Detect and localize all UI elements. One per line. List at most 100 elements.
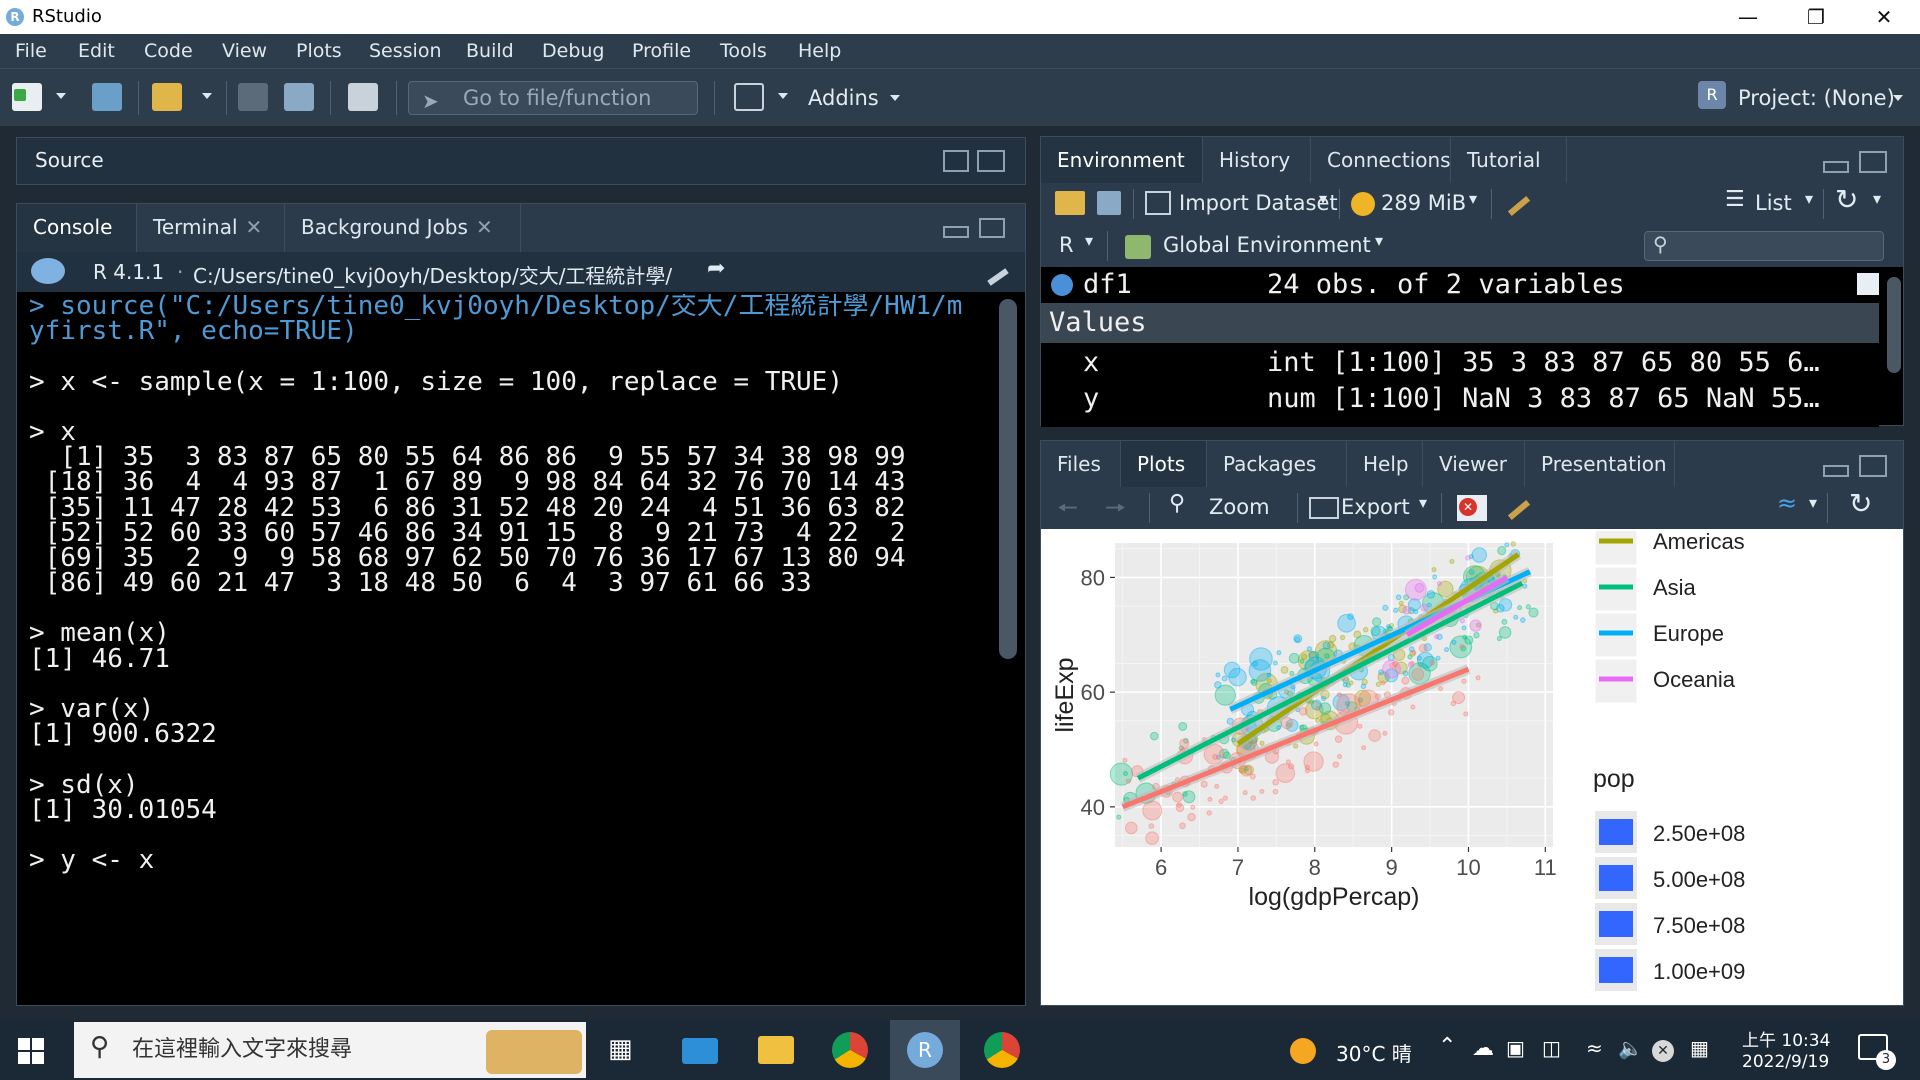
no-network-icon[interactable]: ✕ <box>1652 1040 1674 1062</box>
input-method-icon[interactable]: ▦ <box>1690 1036 1709 1060</box>
close-icon[interactable]: ✕ <box>476 215 493 239</box>
chevron-down-icon[interactable]: ▾ <box>1419 493 1427 512</box>
minimize-pane-icon[interactable] <box>1823 465 1849 477</box>
chevron-down-icon[interactable]: ▾ <box>1873 189 1881 208</box>
chevron-down-icon[interactable]: ▾ <box>1319 189 1327 208</box>
chevron-down-icon[interactable]: ▾ <box>1809 493 1817 512</box>
menu-file[interactable]: File <box>15 40 47 62</box>
close-icon[interactable]: ✕ <box>246 215 263 239</box>
remove-plot-icon[interactable]: ✕ <box>1457 495 1487 521</box>
tab-terminal[interactable]: Terminal ✕ <box>137 204 285 252</box>
minimize-pane-icon[interactable] <box>943 226 969 238</box>
print-icon[interactable] <box>348 83 378 111</box>
save-all-icon[interactable] <box>284 83 314 111</box>
menu-debug[interactable]: Debug <box>542 40 604 62</box>
clear-environment-icon[interactable] <box>1503 191 1533 217</box>
refresh-icon[interactable]: ↻ <box>1849 487 1872 520</box>
chevron-down-icon[interactable] <box>890 95 900 101</box>
tab-environment[interactable]: Environment <box>1041 137 1203 183</box>
mail-app-icon[interactable] <box>682 1038 718 1064</box>
clock-time[interactable]: 上午 10:34 <box>1742 1026 1830 1051</box>
weather-text[interactable]: 30°C 晴 <box>1336 1038 1412 1067</box>
menu-tools[interactable]: Tools <box>720 40 767 62</box>
chrome-app-icon[interactable] <box>984 1032 1020 1068</box>
grid-layout-icon[interactable] <box>734 83 764 111</box>
expand-icon[interactable] <box>1051 274 1073 296</box>
tab-tutorial[interactable]: Tutorial <box>1451 137 1567 183</box>
value-row-x[interactable]: x int [1:100] 35 3 83 87 65 80 55 6… <box>1041 345 1879 381</box>
tab-background-jobs[interactable]: Background Jobs ✕ <box>285 204 521 252</box>
scope-select[interactable]: Global Environment <box>1163 233 1371 257</box>
file-explorer-icon[interactable] <box>758 1036 794 1064</box>
wifi-icon[interactable]: ≈ <box>1586 1036 1603 1060</box>
chevron-down-icon[interactable] <box>202 93 212 99</box>
save-workspace-icon[interactable] <box>1097 191 1121 215</box>
cloud-icon[interactable]: ☁ <box>1472 1036 1494 1061</box>
menu-view[interactable]: View <box>222 40 267 62</box>
project-menu[interactable]: Project: (None) <box>1738 86 1895 110</box>
tray-chevron-up-icon[interactable]: ⌃ <box>1438 1034 1456 1059</box>
environment-search-input[interactable]: ⚲ <box>1644 231 1884 261</box>
memory-usage[interactable]: 289 MiB <box>1381 191 1466 215</box>
refresh-icon[interactable]: ↻ <box>1835 183 1858 216</box>
language-select[interactable]: R <box>1059 233 1074 257</box>
close-button[interactable]: ✕ <box>1850 0 1918 34</box>
clock-date[interactable]: 2022/9/19 <box>1742 1052 1829 1072</box>
volume-icon[interactable]: 🔈 <box>1618 1036 1643 1060</box>
menu-session[interactable]: Session <box>369 40 442 62</box>
menu-edit[interactable]: Edit <box>78 40 115 62</box>
tray-app-icon[interactable]: ▣ <box>1506 1036 1525 1060</box>
tab-packages[interactable]: Packages <box>1207 441 1347 487</box>
maximize-pane-icon[interactable] <box>977 150 1005 172</box>
console-scrollbar[interactable] <box>999 299 1017 659</box>
zoom-button[interactable]: Zoom <box>1209 495 1270 519</box>
chevron-down-icon[interactable]: ▾ <box>1805 189 1813 208</box>
menu-build[interactable]: Build <box>466 40 514 62</box>
value-row-y[interactable]: y num [1:100] NaN 3 83 87 65 NaN 55… <box>1041 381 1879 417</box>
chevron-down-icon[interactable] <box>56 93 66 99</box>
task-view-icon[interactable]: ▦ <box>608 1034 633 1064</box>
chrome-app-icon[interactable] <box>832 1032 868 1068</box>
clear-plots-icon[interactable] <box>1503 495 1533 521</box>
chevron-down-icon[interactable]: ▾ <box>1469 189 1477 208</box>
chevron-down-icon[interactable]: ▾ <box>1085 231 1093 250</box>
plot-canvas[interactable]: 6 7 8 9 10 11 40 60 80 log(gdpPercap) lifeExp Ameri… <box>1043 520 1901 1003</box>
tab-console[interactable]: Console <box>17 204 137 252</box>
menu-code[interactable]: Code <box>144 40 193 62</box>
restore-pane-icon[interactable] <box>979 218 1005 238</box>
tray-device-icon[interactable]: ◫ <box>1542 1036 1561 1060</box>
menu-profile[interactable]: Profile <box>632 40 691 62</box>
chevron-down-icon[interactable] <box>1893 95 1903 101</box>
environment-scrollbar[interactable] <box>1887 277 1901 373</box>
tab-help[interactable]: Help <box>1347 441 1423 487</box>
console-output[interactable]: > source("C:/Users/tine0_kvj0oyh/Desktop… <box>29 294 994 999</box>
load-workspace-icon[interactable] <box>1055 191 1085 215</box>
maximize-pane-icon[interactable] <box>1859 151 1887 173</box>
tab-history[interactable]: History <box>1203 137 1311 183</box>
tab-connections[interactable]: Connections <box>1311 137 1451 183</box>
back-arrow-icon[interactable]: 🠔 <box>1057 491 1078 532</box>
tab-plots[interactable]: Plots <box>1121 441 1207 487</box>
chevron-down-icon[interactable] <box>778 93 788 99</box>
menu-plots[interactable]: Plots <box>296 40 342 62</box>
go-to-file-input[interactable]: Go to file/function <box>408 81 698 115</box>
go-to-directory-icon[interactable]: ➦ <box>707 256 725 281</box>
clear-console-icon[interactable] <box>983 260 1011 286</box>
view-table-icon[interactable] <box>1857 273 1879 295</box>
tab-presentation[interactable]: Presentation <box>1525 441 1675 487</box>
restore-button[interactable]: ❐ <box>1782 0 1850 34</box>
export-button[interactable]: Export <box>1341 495 1410 519</box>
windows-start-icon[interactable] <box>18 1038 44 1064</box>
addins-menu[interactable]: Addins <box>808 86 879 110</box>
forward-arrow-icon[interactable]: 🠖 <box>1105 491 1126 532</box>
restore-pane-icon[interactable] <box>943 150 969 172</box>
minimize-button[interactable]: — <box>1714 0 1782 34</box>
save-icon[interactable] <box>238 83 268 111</box>
import-dataset-button[interactable]: Import Dataset <box>1179 191 1338 215</box>
open-folder-icon[interactable] <box>152 83 182 111</box>
tab-files[interactable]: Files <box>1041 441 1121 487</box>
new-project-icon[interactable] <box>92 83 122 111</box>
working-directory[interactable]: C:/Users/tine0_kvj0oyh/Desktop/交大/工程統計學/ <box>193 260 672 289</box>
data-row-df1[interactable]: df1 24 obs. of 2 variables <box>1041 267 1879 303</box>
maximize-pane-icon[interactable] <box>1859 455 1887 477</box>
